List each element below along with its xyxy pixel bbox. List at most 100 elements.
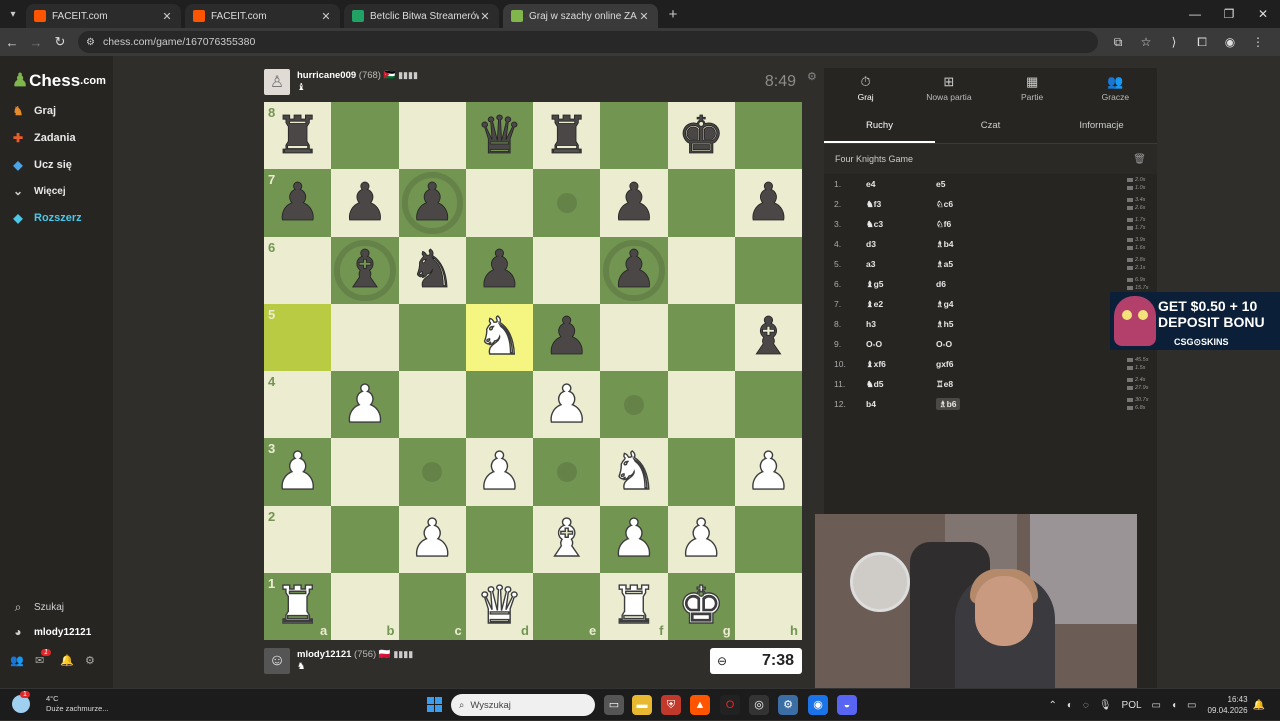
square-b7[interactable]: ♟: [331, 169, 399, 237]
network-icon[interactable]: ▭: [1152, 700, 1161, 711]
square-f2[interactable]: ♟: [600, 505, 668, 573]
white-king-icon[interactable]: ♚: [677, 580, 725, 633]
opponent-avatar[interactable]: ♙: [264, 69, 290, 95]
extension-icon[interactable]: ⟩: [1160, 35, 1188, 50]
sidebar-search[interactable]: ⌕ Szukaj: [10, 600, 64, 615]
black-pawn-icon[interactable]: ♟: [610, 176, 657, 229]
white-pawn-icon[interactable]: ♟: [744, 445, 792, 498]
friends-icon[interactable]: 👥: [10, 654, 35, 667]
profile-icon[interactable]: ◉: [1216, 35, 1244, 50]
tab-play[interactable]: ⏱ Graj: [824, 68, 907, 108]
sidebar-item-learn[interactable]: ◆ Ucz się: [10, 158, 72, 172]
tab-search-icon[interactable]: ▾: [0, 9, 26, 20]
opera-icon[interactable]: O: [720, 695, 740, 715]
black-move[interactable]: e5: [936, 179, 945, 189]
file-explorer-icon[interactable]: ▬: [632, 695, 652, 715]
square-c4[interactable]: [398, 371, 466, 439]
browser-tab-sheets[interactable]: Betclic Bitwa Streamerów 2 - Ar✕: [344, 4, 499, 28]
black-move[interactable]: d6: [936, 279, 946, 289]
browser-tab-faceit-1[interactable]: FACEIT.com ✕: [26, 4, 181, 28]
black-pawn-icon[interactable]: ♟: [543, 311, 590, 364]
square-b6[interactable]: ♝: [331, 236, 399, 304]
messages-icon[interactable]: ✉ 1: [35, 649, 60, 667]
square-c6[interactable]: ♞: [398, 236, 466, 304]
chrome-icon[interactable]: ◉: [808, 695, 828, 715]
square-a8[interactable]: 8 ♜: [264, 102, 332, 170]
sidebar-user[interactable]: ◕ mlody12121: [10, 625, 91, 639]
square-g1[interactable]: g ♚: [667, 572, 735, 640]
player-avatar[interactable]: ☺: [264, 648, 290, 674]
square-h4[interactable]: [734, 371, 802, 439]
tab-chat[interactable]: Czat: [935, 108, 1046, 143]
square-e7[interactable]: [533, 169, 601, 237]
white-move[interactable]: a3: [866, 259, 875, 269]
white-pawn-icon[interactable]: ♟: [475, 445, 523, 498]
square-a2[interactable]: 2: [264, 505, 332, 573]
black-pawn-icon[interactable]: ♟: [274, 176, 321, 229]
close-window-icon[interactable]: ✕: [1246, 0, 1280, 28]
tab-games[interactable]: ▦ Partie: [991, 68, 1074, 108]
black-pawn-icon[interactable]: ♟: [745, 176, 792, 229]
close-tab-icon[interactable]: ✕: [320, 10, 332, 23]
sidebar-item-play[interactable]: ♞ Graj: [10, 104, 56, 118]
black-move[interactable]: O-O: [936, 339, 952, 349]
white-move[interactable]: ♞f3: [866, 199, 881, 209]
close-tab-icon[interactable]: ✕: [638, 10, 650, 23]
sidebar-item-puzzles[interactable]: ✚ Zadania: [10, 131, 76, 145]
tray-chevron-icon[interactable]: ⌃: [1048, 700, 1056, 711]
square-g3[interactable]: [667, 438, 735, 506]
notifications-icon[interactable]: 🔔: [60, 654, 85, 667]
close-tab-icon[interactable]: ✕: [161, 10, 173, 23]
white-knight-icon[interactable]: ♞: [475, 311, 523, 364]
tray-app-icon[interactable]: ◐: [1067, 700, 1073, 711]
square-d5[interactable]: ♞: [465, 303, 533, 371]
square-f8[interactable]: [600, 102, 668, 170]
square-a1[interactable]: 1 a ♜: [264, 572, 332, 640]
square-e5[interactable]: ♟: [533, 303, 601, 371]
reload-icon[interactable]: ↻: [48, 34, 72, 50]
square-b2[interactable]: [331, 505, 399, 573]
player-name[interactable]: mlody12121: [297, 649, 351, 660]
square-b1[interactable]: b: [331, 572, 399, 640]
square-g2[interactable]: ♟: [667, 505, 735, 573]
square-e4[interactable]: ♟: [533, 371, 601, 439]
chessboard[interactable]: 8 ♜ ♛ ♜ ♚ 7 ♟ ♟ ♟ ♟ ♟ 6 ♝ ♞ ♟ ♟ 5 ♞ ♟ ♝ 4 ♟ ♟ 3 ♟ ♟ ♞ ♟ 2 ♟ ♝ ♟ ♟ 1 a ♜ b c d ♛…: [264, 102, 802, 640]
white-move[interactable]: h3: [866, 319, 876, 329]
browser-menu-icon[interactable]: ⋮: [1244, 35, 1272, 50]
taskbar-search-input[interactable]: ⌕ Wyszukaj: [451, 694, 595, 716]
square-d6[interactable]: ♟: [465, 236, 533, 304]
square-h3[interactable]: ♟: [734, 438, 802, 506]
settings-gear-icon[interactable]: ⚙: [85, 654, 110, 667]
black-move[interactable]: ♘c6: [936, 199, 953, 209]
square-h7[interactable]: ♟: [734, 169, 802, 237]
black-move[interactable]: gxf6: [936, 359, 953, 369]
white-pawn-icon[interactable]: ♟: [408, 512, 456, 565]
tray-app2-icon[interactable]: ◌: [1083, 700, 1089, 711]
browser-tab-faceit-2[interactable]: FACEIT.com ✕: [185, 4, 340, 28]
new-tab-button[interactable]: +: [662, 6, 684, 23]
tab-players[interactable]: 👥 Gracze: [1074, 68, 1157, 108]
restore-icon[interactable]: ❐: [1212, 0, 1246, 28]
black-pawn-icon[interactable]: ♟: [476, 244, 523, 297]
square-g5[interactable]: [667, 303, 735, 371]
square-a3[interactable]: 3 ♟: [264, 438, 332, 506]
taskbar-clock[interactable]: 16:43 09.04.2026: [1208, 694, 1248, 716]
square-e3[interactable]: [533, 438, 601, 506]
square-h1[interactable]: h: [734, 572, 802, 640]
battery-icon[interactable]: ▭: [1187, 700, 1196, 711]
square-c5[interactable]: [398, 303, 466, 371]
square-h5[interactable]: ♝: [734, 303, 802, 371]
square-c3[interactable]: [398, 438, 466, 506]
faceit-app-icon[interactable]: ▲: [690, 695, 710, 715]
square-f4[interactable]: [600, 371, 668, 439]
white-pawn-icon[interactable]: ♟: [610, 512, 658, 565]
white-move[interactable]: ♝g5: [866, 279, 884, 289]
sidebar-item-upgrade[interactable]: ◆ Rozszerz: [10, 211, 81, 225]
square-b5[interactable]: [331, 303, 399, 371]
white-move[interactable]: O-O: [866, 339, 882, 349]
tab-moves[interactable]: Ruchy: [824, 108, 935, 143]
csgoskins-ad-banner[interactable]: GET $0.50 + 10 DEPOSIT BONU CSG⊙SKINS: [1110, 292, 1280, 350]
volume-icon[interactable]: ◖: [1171, 700, 1177, 711]
white-pawn-icon[interactable]: ♟: [543, 378, 591, 431]
square-a5[interactable]: 5: [264, 303, 332, 371]
